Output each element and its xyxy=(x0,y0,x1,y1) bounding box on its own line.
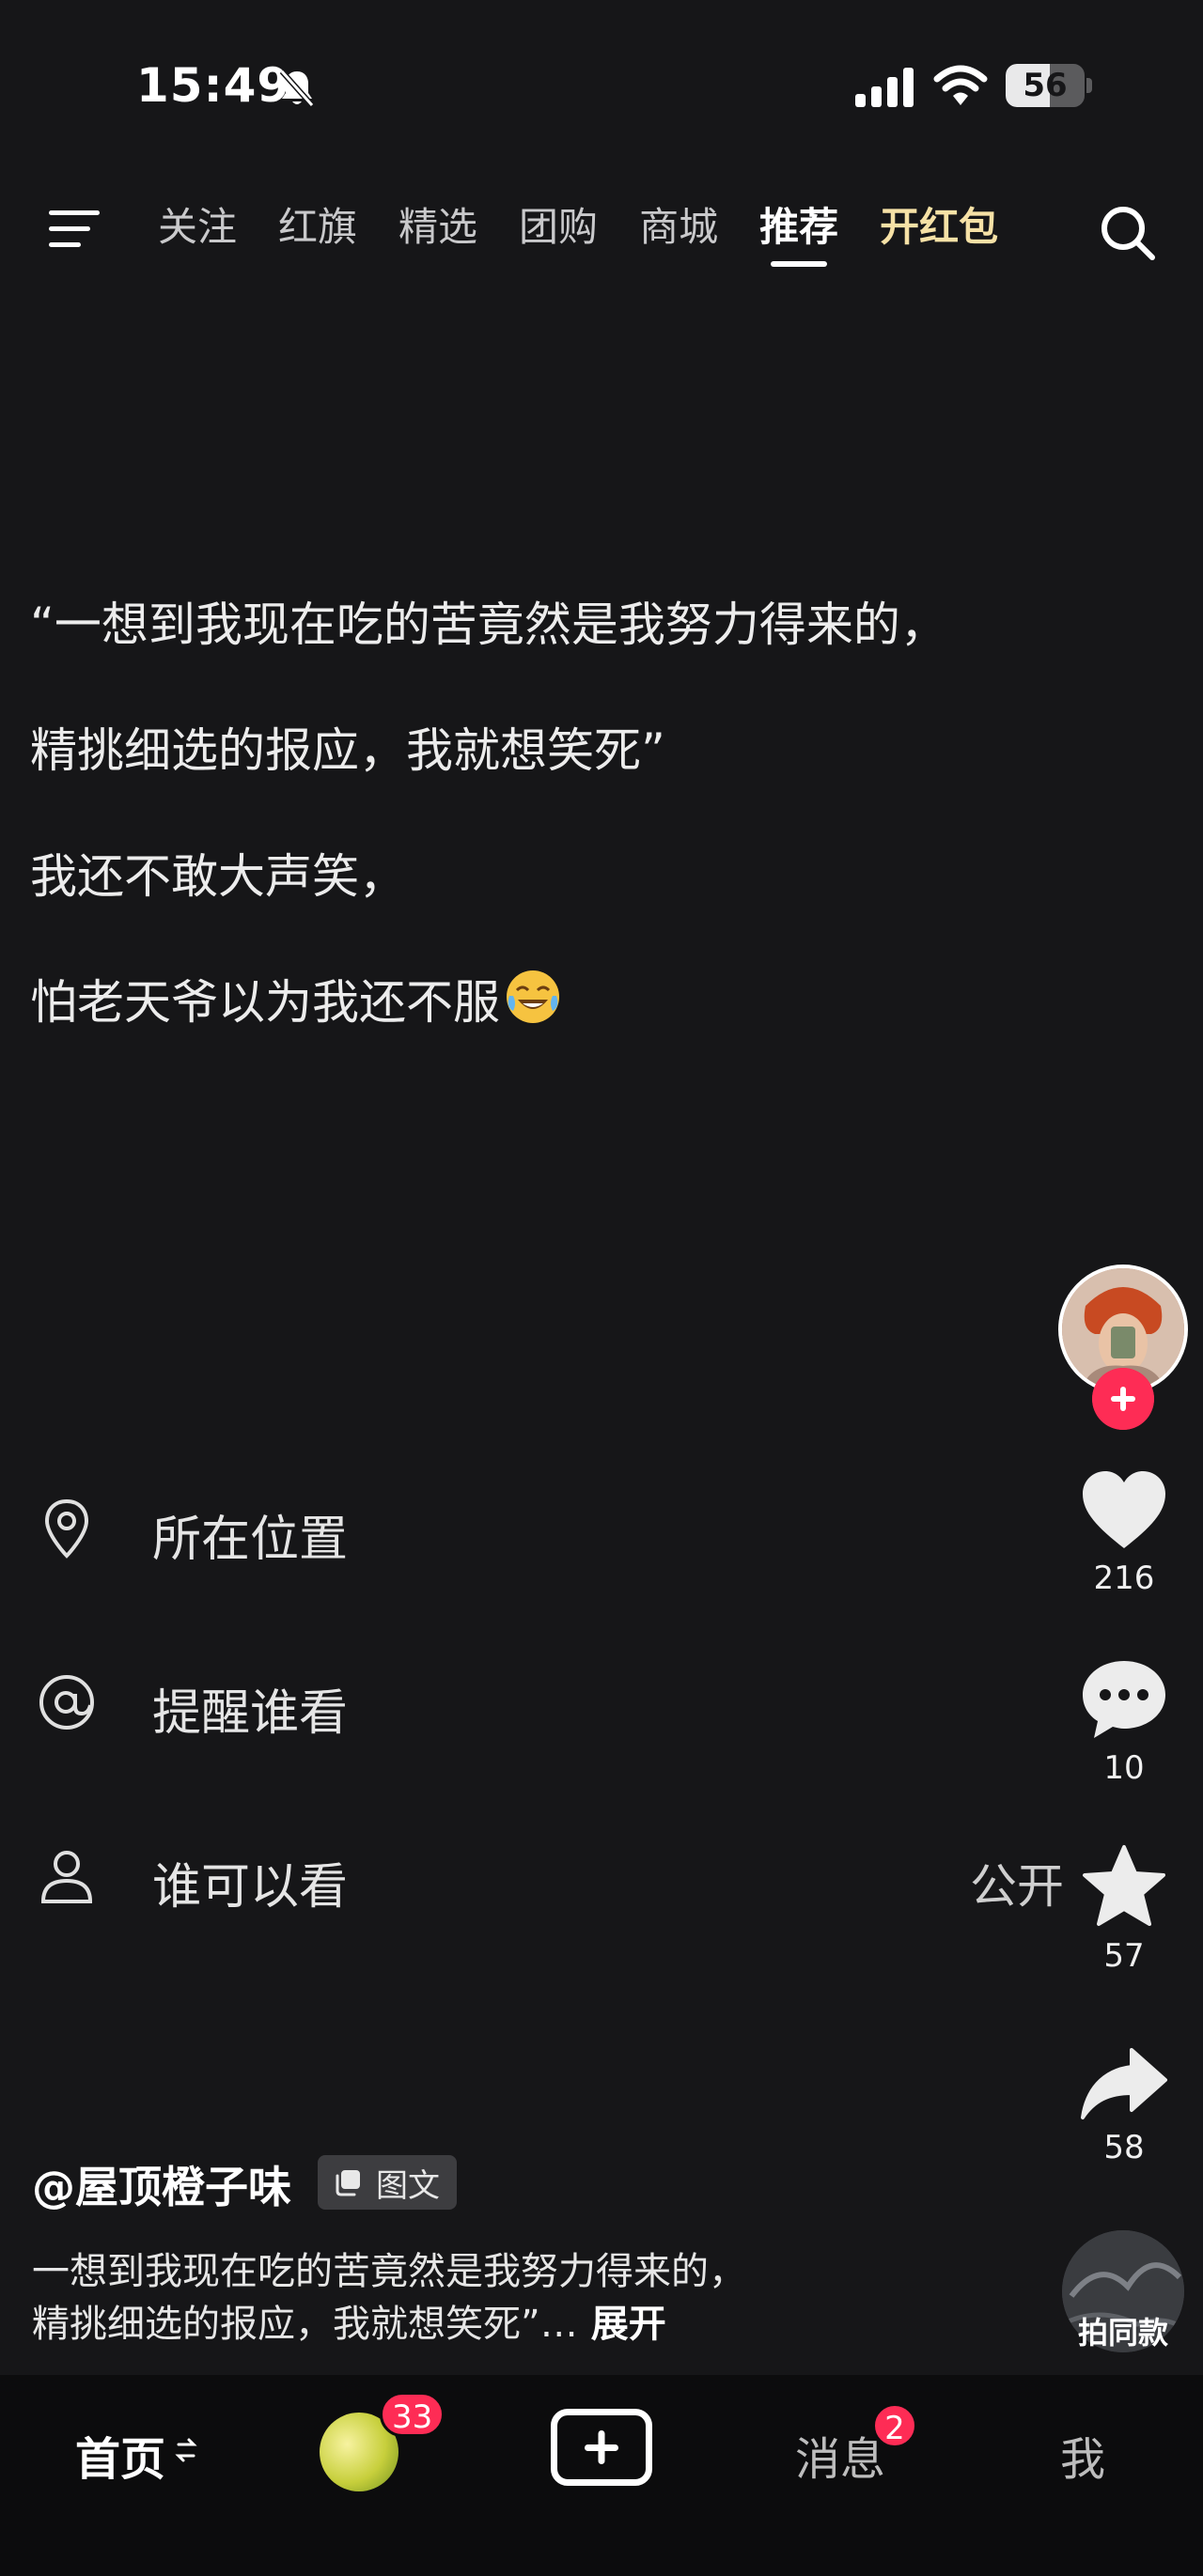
visibility-value: 公开 xyxy=(970,1859,1064,1914)
battery-icon: 56 xyxy=(1006,64,1092,107)
cellular-signal-icon xyxy=(855,68,914,107)
crying-laughing-emoji xyxy=(507,970,559,1023)
switch-arrows-icon[interactable] xyxy=(175,2431,197,2469)
post-line: 精挑细选的报应，我就想笑死” xyxy=(30,723,665,778)
caption: 一想到我现在吃的苦竟然是我努力得来的， 精挑细选的报应，我就想笑死”… 展开 xyxy=(32,2245,1009,2351)
tab-mall[interactable]: 商城 xyxy=(639,199,718,265)
like-count: 216 xyxy=(1093,1560,1155,1597)
location-row[interactable]: 所在位置 xyxy=(0,1458,1071,1599)
person-icon xyxy=(40,1851,93,1903)
caption-line: 精挑细选的报应，我就想笑死”… 展开 xyxy=(32,2298,1009,2351)
bottom-nav: 首页 33 消息 2 我 xyxy=(0,2375,1203,2576)
comment-icon xyxy=(1083,1661,1165,1738)
bell-slash-icon xyxy=(279,70,315,107)
heart-icon xyxy=(1083,1471,1165,1548)
visibility-label: 谁可以看 xyxy=(152,1859,349,1916)
feed-tabs: 关注 红旗 精选 团购 商城 推荐 开红包 xyxy=(158,199,1039,267)
share-count: 58 xyxy=(1103,2129,1145,2166)
image-post-label: 图文 xyxy=(376,2166,440,2205)
mention-row[interactable]: 提醒谁看 xyxy=(0,1632,1071,1773)
location-label: 所在位置 xyxy=(152,1512,349,1568)
search-icon[interactable] xyxy=(1098,203,1158,263)
comment-count: 10 xyxy=(1103,1749,1145,1787)
tab-recommended[interactable]: 推荐 xyxy=(759,199,838,267)
at-sign-icon xyxy=(39,1675,94,1730)
share-arrow-icon xyxy=(1081,2048,1167,2119)
favorite-count: 57 xyxy=(1103,1937,1145,1975)
nav-create-button[interactable] xyxy=(551,2409,652,2486)
status-time: 15:49 xyxy=(136,58,291,113)
caption-line: 一想到我现在吃的苦竟然是我努力得来的， xyxy=(32,2250,746,2293)
favorite-button[interactable]: 57 xyxy=(1062,1843,1186,1975)
like-button[interactable]: 216 xyxy=(1062,1467,1186,1597)
nav-me[interactable]: 我 xyxy=(1060,2422,1105,2488)
tab-following[interactable]: 关注 xyxy=(158,199,237,265)
messages-badge: 2 xyxy=(872,2403,917,2448)
top-nav: 关注 红旗 精选 团购 商城 推荐 开红包 xyxy=(0,178,1203,291)
visibility-row[interactable]: 谁可以看 公开 xyxy=(0,1806,1071,1947)
same-style-label[interactable]: 拍同款 xyxy=(1053,2309,1194,2352)
friends-badge: 33 xyxy=(380,2392,445,2437)
post-line-text: 怕老天爷以为我还不服 xyxy=(30,975,500,1030)
location-pin-icon xyxy=(44,1498,89,1559)
star-icon xyxy=(1083,1845,1165,1926)
author-name[interactable]: @屋顶橙子味 xyxy=(32,2153,291,2215)
follow-plus-icon[interactable] xyxy=(1092,1368,1154,1430)
post-line: 怕老天爷以为我还不服 xyxy=(30,965,1111,1091)
expand-caption-link[interactable]: 展开 xyxy=(591,2303,666,2346)
tab-red-packet[interactable]: 开红包 xyxy=(880,199,998,265)
wifi-icon xyxy=(933,65,988,105)
image-post-badge: 图文 xyxy=(318,2155,457,2210)
post-text: “一想到我现在吃的苦竟然是我努力得来的， 精挑细选的报应，我就想笑死” 我还不敢… xyxy=(30,587,1111,1091)
tab-featured[interactable]: 精选 xyxy=(398,199,477,265)
tab-group-buy[interactable]: 团购 xyxy=(519,199,598,265)
post-line: 我还不敢大声笑， xyxy=(30,849,406,904)
status-bar: 15:49 56 xyxy=(0,0,1203,169)
nav-messages[interactable]: 消息 xyxy=(795,2422,885,2488)
comment-button[interactable]: 10 xyxy=(1062,1657,1186,1787)
battery-percent: 56 xyxy=(1023,67,1068,104)
menu-icon[interactable] xyxy=(45,203,107,256)
tab-red-flag[interactable]: 红旗 xyxy=(278,199,357,265)
mention-label: 提醒谁看 xyxy=(152,1685,349,1742)
post-line: “一想到我现在吃的苦竟然是我努力得来的， xyxy=(30,597,947,652)
plus-icon xyxy=(585,2430,618,2464)
nav-home[interactable]: 首页 xyxy=(75,2422,165,2488)
image-post-icon xyxy=(336,2170,360,2196)
caption-line-text: 精挑细选的报应，我就想笑死”… xyxy=(32,2303,578,2346)
share-button[interactable]: 58 xyxy=(1062,2046,1186,2166)
